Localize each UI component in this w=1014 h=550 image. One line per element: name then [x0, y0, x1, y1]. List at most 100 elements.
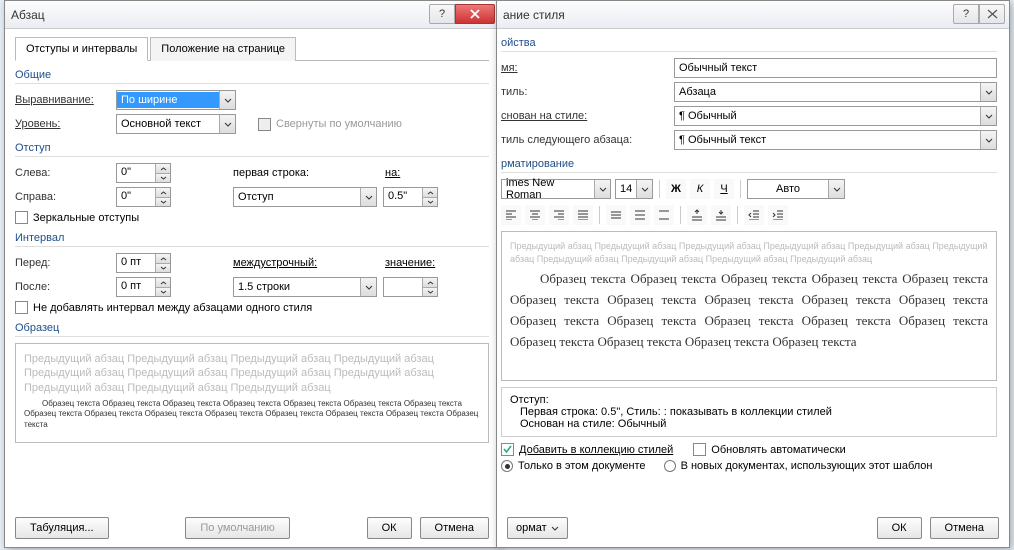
align-left-button[interactable]	[501, 205, 521, 225]
spin-up-icon[interactable]	[156, 164, 170, 173]
chevron-down-icon	[551, 526, 559, 531]
chevron-down-icon[interactable]	[828, 180, 844, 198]
align-justify-icon	[577, 210, 589, 220]
checkbox-icon[interactable]	[15, 301, 28, 314]
checkbox-icon[interactable]	[15, 211, 28, 224]
cancel-button[interactable]: Отмена	[420, 517, 489, 539]
help-button[interactable]: ?	[953, 4, 979, 24]
spin-down-icon[interactable]	[156, 197, 170, 206]
chevron-down-icon[interactable]	[219, 91, 235, 109]
indent-increase-icon	[772, 210, 784, 220]
spin-down-icon[interactable]	[156, 287, 170, 296]
style-titlebar[interactable]: ание стиля ?	[497, 1, 1009, 29]
checkbox-icon[interactable]	[501, 443, 514, 456]
spin-down-icon[interactable]	[423, 287, 437, 296]
checkbox-icon	[258, 118, 271, 131]
spin-up-icon[interactable]	[156, 254, 170, 263]
help-button[interactable]: ?	[429, 4, 455, 24]
paragraph-dialog: Абзац ? Отступы и интервалы Положение на…	[4, 0, 500, 548]
default-button[interactable]: По умолчанию	[185, 517, 289, 539]
chevron-down-icon[interactable]	[980, 131, 996, 149]
spin-up-icon[interactable]	[156, 188, 170, 197]
new-docs-radio[interactable]: В новых документах, использующих этот ша…	[664, 460, 933, 472]
style-name-input[interactable]	[674, 58, 997, 78]
para-spacing-icon	[715, 209, 727, 221]
tab-position[interactable]: Положение на странице	[150, 37, 296, 61]
underline-button[interactable]: Ч	[714, 179, 734, 199]
tab-indents[interactable]: Отступы и интервалы	[15, 37, 148, 61]
close-button[interactable]	[455, 4, 495, 24]
style-ok-button[interactable]: ОК	[877, 517, 922, 539]
dontadd-checkbox[interactable]: Не добавлять интервал между абзацами одн…	[15, 301, 312, 314]
align-left-icon	[505, 210, 517, 220]
based-combo[interactable]: ¶ Обычный	[674, 106, 997, 126]
space-before-dec-button[interactable]	[711, 205, 731, 225]
close-button[interactable]	[979, 4, 1005, 24]
ok-button[interactable]: ОК	[367, 517, 412, 539]
type-combo[interactable]: Абзаца	[674, 82, 997, 102]
align-right-button[interactable]	[549, 205, 569, 225]
indent-left-spinner[interactable]: 0"	[116, 163, 171, 183]
next-combo[interactable]: ¶ Обычный текст	[674, 130, 997, 150]
linespacing-combo[interactable]: 1.5 строки	[233, 277, 377, 297]
font-combo[interactable]: imes New Roman	[501, 179, 611, 199]
checkbox-icon[interactable]	[693, 443, 706, 456]
style-cancel-button[interactable]: Отмена	[930, 517, 999, 539]
chevron-down-icon[interactable]	[360, 188, 376, 206]
tabs-button[interactable]: Табуляция...	[15, 517, 109, 539]
alignment-combo[interactable]: По ширине	[116, 90, 236, 110]
linespacing-at-spinner[interactable]	[383, 277, 438, 297]
spin-up-icon[interactable]	[423, 278, 437, 287]
chevron-down-icon[interactable]	[980, 107, 996, 125]
after-label: После:	[15, 281, 110, 293]
spin-down-icon[interactable]	[156, 173, 170, 182]
at-label: значение:	[385, 257, 435, 269]
spin-up-icon[interactable]	[423, 188, 437, 197]
indent-left-label: Слева:	[15, 167, 110, 179]
firstline-label: первая строка:	[233, 167, 353, 179]
tabs: Отступы и интервалы Положение на страниц…	[15, 37, 489, 61]
color-combo[interactable]: Авто	[747, 179, 845, 199]
radio-icon[interactable]	[664, 460, 676, 472]
align-justify-button[interactable]	[573, 205, 593, 225]
titlebar[interactable]: Абзац ?	[5, 1, 499, 29]
after-spinner[interactable]: 0 пт	[116, 277, 171, 297]
by-label: на:	[385, 167, 400, 179]
spin-down-icon[interactable]	[156, 263, 170, 272]
radio-icon[interactable]	[501, 460, 513, 472]
indent-decrease-button[interactable]	[744, 205, 764, 225]
outline-combo[interactable]: Основной текст	[116, 114, 236, 134]
align-center-icon	[529, 210, 541, 220]
firstline-combo[interactable]: Отступ	[233, 187, 377, 207]
size-combo[interactable]: 14	[615, 179, 653, 199]
indent-right-spinner[interactable]: 0"	[116, 187, 171, 207]
indent-increase-button[interactable]	[768, 205, 788, 225]
bold-button[interactable]: Ж	[666, 179, 686, 199]
chevron-down-icon[interactable]	[636, 180, 652, 198]
props-label: ойства	[501, 37, 997, 52]
only-doc-radio[interactable]: Только в этом документе	[501, 460, 646, 472]
firstline-by-spinner[interactable]: 0.5"	[383, 187, 438, 207]
before-spinner[interactable]: 0 пт	[116, 253, 171, 273]
name-label: мя:	[501, 62, 666, 74]
spacing-2-button[interactable]	[654, 205, 674, 225]
chevron-down-icon[interactable]	[219, 115, 235, 133]
add-collection-checkbox[interactable]: Добавить в коллекцию стилей	[501, 443, 673, 456]
outline-label: Уровень:	[15, 118, 110, 130]
format-button[interactable]: ормат	[507, 517, 568, 539]
mirror-indent-checkbox[interactable]: Зеркальные отступы	[15, 211, 139, 224]
space-before-inc-button[interactable]	[687, 205, 707, 225]
spin-up-icon[interactable]	[156, 278, 170, 287]
spacing-15-button[interactable]	[630, 205, 650, 225]
chevron-down-icon[interactable]	[980, 83, 996, 101]
style-dialog-title: ание стиля	[503, 8, 1003, 22]
next-label: тиль следующего абзаца:	[501, 134, 666, 146]
spin-down-icon[interactable]	[423, 197, 437, 206]
italic-button[interactable]: К	[690, 179, 710, 199]
auto-update-checkbox[interactable]: Обновлять автоматически	[693, 443, 846, 456]
line-spacing-icon	[634, 210, 646, 220]
align-center-button[interactable]	[525, 205, 545, 225]
chevron-down-icon[interactable]	[360, 278, 376, 296]
spacing-1-button[interactable]	[606, 205, 626, 225]
chevron-down-icon[interactable]	[594, 180, 610, 198]
